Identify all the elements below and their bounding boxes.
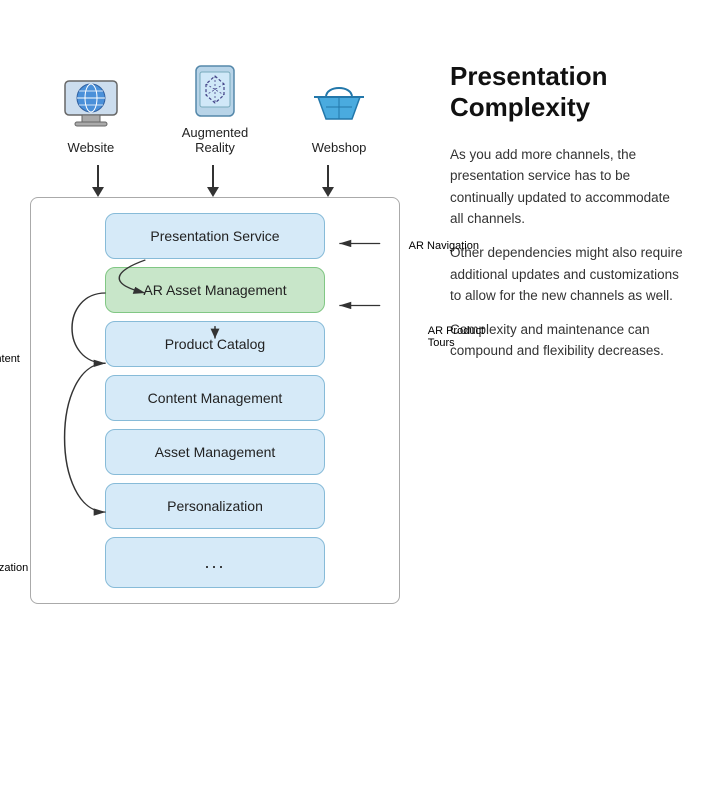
webshop-label: Webshop [312,140,367,155]
right-paragraph-2: Other dependencies might also require ad… [450,242,685,307]
ar-personalization-label: AR Personalization [0,538,28,574]
right-panel: Presentation Complexity As you add more … [430,0,705,792]
ar-icon [186,62,244,120]
ar-content-label: AR Content [0,353,20,365]
ar-navigation-label: AR Navigation [409,240,479,252]
arrow-shaft [97,165,99,187]
webshop-icon [308,77,370,135]
arrow-head [322,187,334,197]
more-box: ... [105,537,325,588]
right-title: Presentation Complexity [450,30,685,124]
arrow-head [92,187,104,197]
diagram-box: AR Navigation AR Product Tours AR Conten… [30,197,400,604]
ar-label: Augmented Reality [182,125,249,155]
right-paragraph-3: Complexity and maintenance can compound … [450,319,685,362]
product-catalog-box: Product Catalog [105,321,325,367]
website-label: Website [68,140,115,155]
arrow-shaft [212,165,214,187]
top-arrows-row [30,165,400,197]
icon-item-website: Website [60,73,122,155]
top-icons-row: Website Augmented Reality [10,15,420,155]
arrow-shaft [327,165,329,187]
personalization-box: Personalization [105,483,325,529]
ar-product-tours-label: AR Product Tours [428,313,484,349]
right-body: As you add more channels, the presentati… [450,144,685,374]
arrow-ar [207,165,219,197]
website-icon [60,73,122,135]
arrow-website [92,165,104,197]
arrow-head [207,187,219,197]
icon-item-ar: Augmented Reality [182,62,249,155]
ar-asset-management-box: AR Asset Management [105,267,325,313]
right-paragraph-1: As you add more channels, the presentati… [450,144,685,230]
content-management-box: Content Management [105,375,325,421]
presentation-service-box: Presentation Service [105,213,325,259]
icon-item-webshop: Webshop [308,77,370,155]
left-panel: Website Augmented Reality [0,0,430,792]
arrow-webshop [322,165,334,197]
asset-management-box: Asset Management [105,429,325,475]
